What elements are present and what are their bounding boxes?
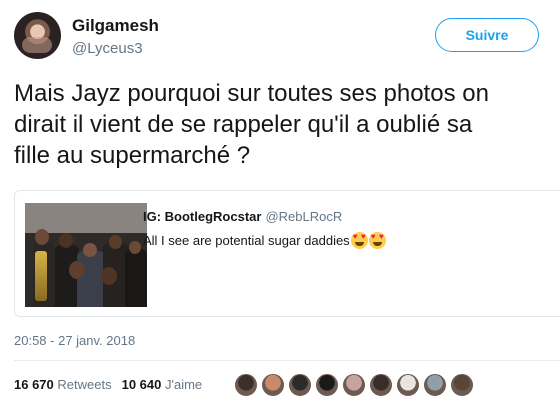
heart-eyes-emoji-icon bbox=[350, 232, 368, 249]
liker-avatar[interactable] bbox=[342, 373, 366, 397]
retweets-count[interactable]: 16 670 bbox=[14, 377, 54, 392]
tweet-text-line: fille au supermarché ? bbox=[14, 142, 251, 169]
liker-avatar[interactable] bbox=[234, 373, 258, 397]
liker-avatar[interactable] bbox=[450, 373, 474, 397]
user-name[interactable]: Gilgamesh bbox=[72, 16, 159, 36]
likers-avatars bbox=[234, 373, 477, 397]
liker-avatar[interactable] bbox=[369, 373, 393, 397]
follow-button[interactable]: Suivre bbox=[435, 18, 539, 52]
quoted-tweet-name[interactable]: IG: BootlegRocstar bbox=[143, 209, 261, 224]
tweet-text-line: dirait il vient de se rappeler qu'il a o… bbox=[14, 111, 473, 138]
tweet-text: Mais Jayz pourquoi sur toutes ses photos… bbox=[14, 78, 554, 171]
likes-label[interactable]: J'aime bbox=[165, 377, 202, 392]
tweet-stats: 16 670 Retweets 10 640 J'aime bbox=[14, 377, 202, 392]
retweets-stat[interactable]: 16 670 Retweets bbox=[14, 377, 112, 392]
heart-eyes-emoji-icon bbox=[368, 232, 386, 249]
tweet-timestamp[interactable]: 20:58 - 27 janv. 2018 bbox=[14, 333, 135, 348]
liker-avatar[interactable] bbox=[315, 373, 339, 397]
likes-stat[interactable]: 10 640 J'aime bbox=[122, 377, 203, 392]
tweet-text-line: Mais Jayz pourquoi sur toutes ses photos… bbox=[14, 80, 489, 107]
quoted-tweet-author[interactable]: IG: BootlegRocstar @RebLRocR bbox=[143, 209, 342, 224]
likes-count[interactable]: 10 640 bbox=[122, 377, 162, 392]
liker-avatar[interactable] bbox=[288, 373, 312, 397]
retweets-label[interactable]: Retweets bbox=[57, 377, 111, 392]
profile-avatar[interactable] bbox=[14, 12, 61, 59]
quoted-tweet-handle[interactable]: @RebLRocR bbox=[265, 209, 342, 224]
quoted-tweet-text: All I see are potential sugar daddies bbox=[143, 232, 386, 249]
quoted-tweet[interactable]: IG: BootlegRocstar @RebLRocR All I see ar… bbox=[14, 190, 560, 317]
quoted-tweet-image[interactable] bbox=[25, 203, 147, 307]
quoted-tweet-body: All I see are potential sugar daddies bbox=[143, 233, 350, 248]
liker-avatar[interactable] bbox=[423, 373, 447, 397]
liker-avatar[interactable] bbox=[261, 373, 285, 397]
liker-avatar[interactable] bbox=[396, 373, 420, 397]
user-handle[interactable]: @Lyceus3 bbox=[72, 40, 143, 57]
divider bbox=[14, 360, 560, 361]
